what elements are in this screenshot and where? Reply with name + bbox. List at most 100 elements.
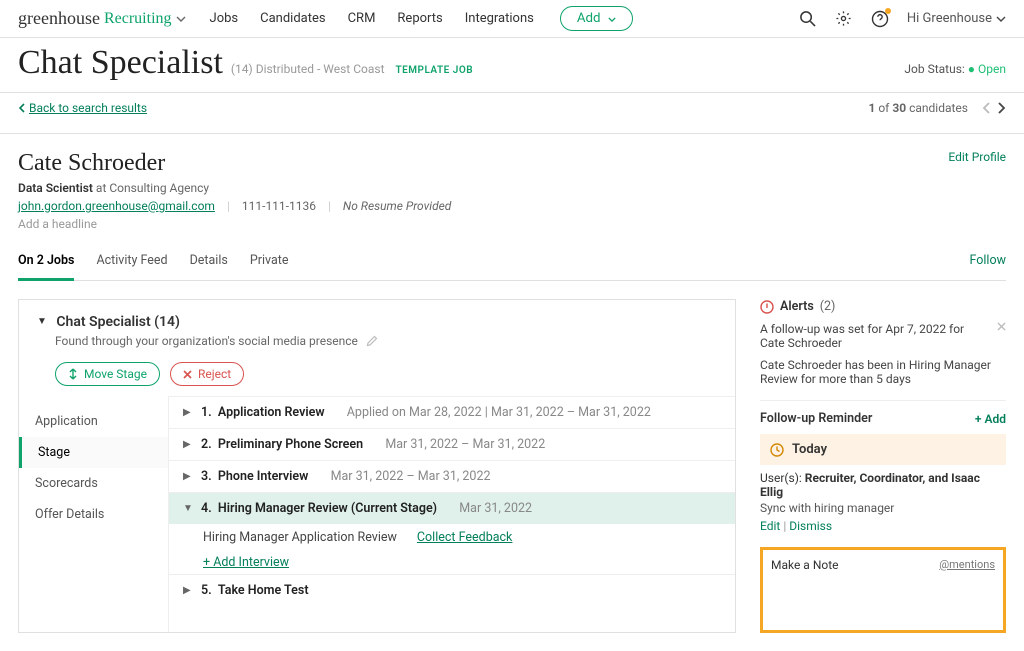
nav-jobs[interactable]: Jobs	[210, 11, 239, 26]
next-candidate-icon[interactable]	[998, 102, 1006, 114]
search-what: candidates	[909, 101, 968, 115]
alert-icon	[760, 300, 774, 314]
job-panel-title: Chat Specialist (14)	[56, 314, 180, 330]
divider: |	[227, 199, 230, 213]
user-greeting: Hi Greenhouse	[907, 11, 992, 26]
followup-sync: Sync with hiring manager	[760, 501, 1006, 515]
sidebar-item-application[interactable]: Application	[19, 406, 168, 437]
triangle-icon: ▼	[183, 503, 193, 514]
job-status-label: Job Status:	[904, 62, 964, 76]
prev-candidate-icon[interactable]	[982, 102, 990, 114]
page-title: Chat Specialist	[18, 44, 223, 82]
stage-name: 1. Application Review	[201, 405, 325, 420]
stage-row[interactable]: ▶ 3. Phone Interview Mar 31, 2022 – Mar 3…	[169, 460, 735, 492]
search-of: of	[878, 101, 889, 115]
brand-recruiting: Recruiting	[104, 10, 172, 28]
pencil-icon[interactable]	[366, 335, 378, 347]
user-menu[interactable]: Hi Greenhouse	[907, 11, 1006, 26]
move-icon	[68, 368, 78, 380]
followup-edit-link[interactable]: Edit	[760, 519, 780, 533]
help-icon[interactable]	[871, 10, 889, 28]
search-total: 30	[892, 101, 906, 115]
stage-name: 3. Phone Interview	[201, 469, 308, 484]
clock-icon	[770, 443, 784, 457]
candidate-company: at Consulting Agency	[96, 181, 209, 195]
candidate-email[interactable]: john.gordon.greenhouse@gmail.com	[18, 199, 215, 213]
reject-label: Reject	[198, 367, 231, 381]
stage-row[interactable]: ▼ 4. Hiring Manager Review (Current Stage…	[169, 492, 735, 524]
triangle-icon: ▶	[183, 439, 193, 450]
edit-profile-link[interactable]: Edit Profile	[948, 150, 1006, 231]
nav-crm[interactable]: CRM	[348, 11, 376, 26]
nav-integrations[interactable]: Integrations	[465, 11, 534, 26]
stage-row[interactable]: ▶ 1. Application Review Applied on Mar 28…	[169, 396, 735, 428]
move-stage-button[interactable]: Move Stage	[55, 362, 160, 386]
back-to-search-link[interactable]: Back to search results	[29, 101, 147, 115]
sidebar-item-stage[interactable]: Stage	[19, 437, 168, 468]
stage-dates: Mar 31, 2022	[459, 501, 532, 516]
search-icon[interactable]	[799, 10, 817, 28]
followup-dismiss-link[interactable]: Dismiss	[789, 519, 832, 533]
chevron-down-icon	[608, 11, 616, 26]
candidate-name: Cate Schroeder	[18, 150, 451, 177]
mentions-link[interactable]: @mentions	[939, 558, 995, 572]
close-icon[interactable]	[997, 322, 1006, 350]
status-dot-icon: ●	[968, 62, 975, 76]
nav-candidates[interactable]: Candidates	[260, 11, 325, 26]
alerts-count: (2)	[820, 299, 836, 314]
gear-icon[interactable]	[835, 10, 853, 28]
nav-reports[interactable]: Reports	[397, 11, 442, 26]
triangle-down-icon: ▼	[37, 316, 47, 327]
follow-link[interactable]: Follow	[969, 247, 1006, 280]
job-location: Distributed - West Coast	[256, 62, 385, 76]
triangle-icon: ▶	[183, 471, 193, 482]
tab-activity-feed[interactable]: Activity Feed	[96, 247, 167, 280]
template-badge: TEMPLATE JOB	[395, 65, 473, 76]
sidebar-item-scorecards[interactable]: Scorecards	[19, 468, 168, 499]
add-button-label: Add	[577, 11, 601, 26]
no-resume-text: No Resume Provided	[343, 199, 451, 213]
triangle-icon: ▶	[183, 585, 193, 596]
stage-row[interactable]: ▶ 2. Preliminary Phone Screen Mar 31, 202…	[169, 428, 735, 460]
tab-details[interactable]: Details	[190, 247, 228, 280]
followup-add-link[interactable]: + Add	[975, 412, 1006, 426]
stage-dates: Mar 31, 2022 – Mar 31, 2022	[385, 437, 545, 452]
substage-label: Hiring Manager Application Review	[203, 530, 397, 545]
chevron-down-icon[interactable]	[176, 16, 186, 22]
divider: |	[328, 199, 331, 213]
stage-name: 4. Hiring Manager Review (Current Stage)	[201, 501, 437, 516]
collect-feedback-link[interactable]: Collect Feedback	[417, 530, 513, 545]
job-status-value: Open	[978, 62, 1006, 76]
search-pos: 1	[868, 101, 875, 115]
chevron-down-icon	[996, 16, 1006, 22]
candidate-role: Data Scientist	[18, 181, 93, 195]
add-button[interactable]: Add	[560, 6, 633, 31]
stage-name: 2. Preliminary Phone Screen	[201, 437, 363, 452]
add-interview-link[interactable]: + Add Interview	[203, 555, 289, 570]
alert-text: Cate Schroeder has been in Hiring Manage…	[760, 358, 1006, 386]
move-stage-label: Move Stage	[84, 367, 147, 381]
followup-title: Follow-up Reminder	[760, 411, 872, 426]
triangle-icon: ▶	[183, 407, 193, 418]
brand-greenhouse: greenhouse	[18, 8, 100, 29]
job-panel-toggle[interactable]: ▼ Chat Specialist (14)	[37, 314, 717, 330]
reject-button[interactable]: Reject	[170, 362, 244, 386]
stage-dates: Applied on Mar 28, 2022 | Mar 31, 2022 –…	[347, 405, 651, 420]
tab-private[interactable]: Private	[250, 247, 289, 280]
close-icon	[183, 370, 192, 379]
stage-dates: Mar 31, 2022 – Mar 31, 2022	[331, 469, 491, 484]
chevron-left-icon	[18, 103, 25, 113]
alerts-title: Alerts	[780, 299, 814, 314]
alert-text: A follow-up was set for Apr 7, 2022 for …	[760, 322, 991, 350]
make-note-box[interactable]: Make a Note @mentions	[760, 547, 1006, 633]
stage-row[interactable]: ▶ 5. Take Home Test	[169, 574, 735, 606]
tab-on-jobs[interactable]: On 2 Jobs	[18, 247, 74, 281]
add-headline-link[interactable]: Add a headline	[18, 217, 451, 231]
followup-users-label: User(s):	[760, 471, 802, 485]
followup-today: Today	[792, 442, 827, 457]
source-text: Found through your organization's social…	[55, 334, 358, 348]
stage-name: 5. Take Home Test	[201, 583, 309, 598]
note-title: Make a Note	[771, 558, 839, 572]
job-count: (14)	[231, 62, 253, 76]
candidate-phone: 111-111-1136	[242, 199, 316, 213]
